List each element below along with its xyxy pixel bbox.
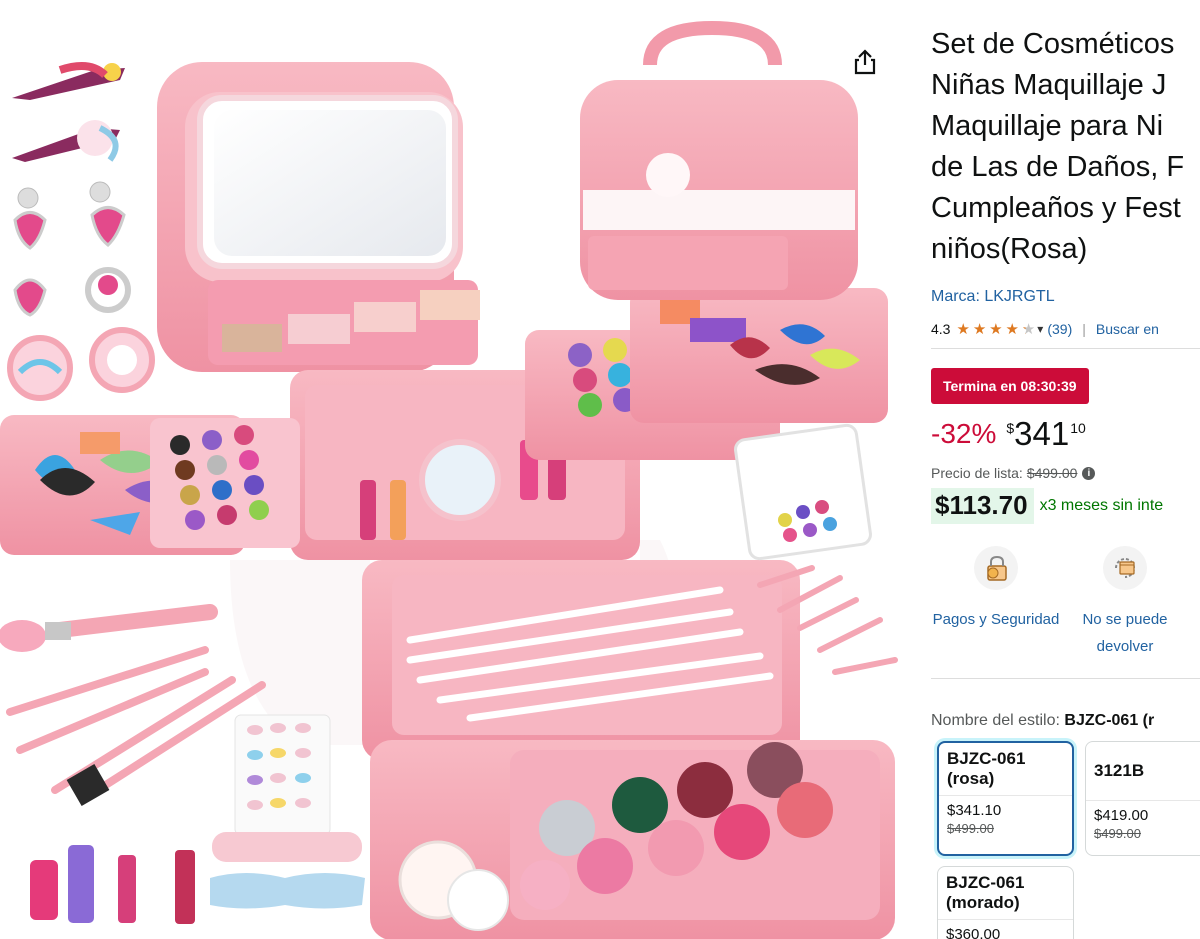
title-line: Cumpleaños y Fest	[931, 192, 1181, 224]
title-line: Set de Cosméticos	[931, 28, 1175, 60]
feature-label[interactable]: No se puede devolver	[1060, 606, 1190, 660]
divider	[931, 348, 1200, 349]
hair-clips	[12, 62, 125, 162]
price-whole: 341	[1014, 415, 1070, 452]
nail-stickers	[234, 714, 331, 836]
compact-mirror	[734, 423, 872, 561]
feature-no-return[interactable]: No se puede devolver	[1060, 546, 1190, 660]
style-option-name: 3121B	[1094, 761, 1145, 780]
title-line: Maquillaje para Ni	[931, 110, 1164, 142]
discount-percent: -32%	[931, 418, 997, 449]
style-option-price: $419.00	[1094, 807, 1149, 824]
style-option-bjzc-061-rosa[interactable]: BJZC-061 (rosa) $341.10 $499.00	[937, 741, 1074, 856]
style-option-price: $341.10	[947, 802, 1002, 819]
feature-label[interactable]: Pagos y Seguridad	[931, 606, 1061, 633]
info-icon[interactable]: i	[1082, 466, 1096, 480]
style-selected-value: BJZC-061 (r	[1064, 712, 1155, 729]
product-details-column: Set de Cosméticos Niñas Maquillaje J Maq…	[931, 0, 1200, 939]
price-row: -32% $ 341 10	[931, 414, 1086, 454]
rating-count-link[interactable]: (39)	[1047, 321, 1072, 337]
style-option-price: $360.00	[946, 926, 1001, 939]
list-price-row: Precio de lista: $499.00 i	[931, 465, 1096, 481]
installment-row: $113.70 x3 meses sin inte	[931, 488, 1163, 524]
divider	[931, 678, 1200, 679]
lip-products	[30, 845, 195, 924]
star-full-icon: ★	[956, 321, 969, 338]
star-full-icon: ★	[1005, 321, 1019, 338]
style-option-list-price: $499.00	[947, 821, 994, 836]
left-palette	[0, 415, 300, 555]
title-line: de Las de Daños, F	[931, 151, 1185, 183]
no-return-icon	[1103, 546, 1147, 590]
title-line: Niñas Maquillaje J	[931, 69, 1167, 101]
style-option-bjzc-061-morado[interactable]: BJZC-061 (morado) $360.00	[937, 866, 1074, 939]
brand-link[interactable]: Marca: LKJRGTL	[931, 288, 1055, 306]
chevron-down-icon[interactable]: ▾	[1037, 322, 1043, 336]
lock-icon	[974, 546, 1018, 590]
style-label: Nombre del estilo:	[931, 712, 1060, 729]
feature-secure-payment[interactable]: Pagos y Seguridad	[931, 546, 1061, 633]
product-image-panel[interactable]	[0, 0, 900, 939]
deal-badge: Termina en 08:30:39	[931, 368, 1089, 404]
share-button[interactable]	[847, 44, 883, 80]
style-option-3121b[interactable]: 3121B $419.00 $499.00	[1085, 741, 1200, 856]
search-link[interactable]: Buscar en	[1096, 321, 1159, 337]
star-full-icon: ★	[972, 321, 986, 338]
list-price-label: Precio de lista:	[931, 465, 1023, 481]
list-price-value: $499.00	[1026, 465, 1078, 481]
rating-stars[interactable]: ★ ★ ★ ★ ★	[956, 320, 1035, 338]
star-full-icon: ★	[989, 321, 1002, 338]
rating-value: 4.3	[931, 321, 951, 337]
product-image[interactable]	[0, 0, 900, 939]
separator: |	[1082, 321, 1086, 337]
small-case	[580, 20, 858, 300]
style-label-row: Nombre del estilo: BJZC-061 (r	[931, 712, 1154, 730]
title-line: niños(Rosa)	[931, 233, 1088, 265]
share-icon	[854, 49, 876, 75]
price-fraction: 10	[1070, 420, 1086, 436]
rating-row: 4.3 ★ ★ ★ ★ ★ ▾ (39) | Buscar en	[931, 320, 1159, 338]
hair-ties	[7, 327, 155, 401]
style-option-name: BJZC-061 (morado)	[946, 873, 1025, 912]
price-currency-symbol: $	[1006, 420, 1015, 436]
star-partial-icon: ★	[1021, 321, 1035, 338]
installment-price: $113.70	[931, 488, 1034, 524]
installment-text[interactable]: x3 meses sin inte	[1040, 497, 1164, 515]
earrings	[13, 181, 131, 317]
style-option-name: BJZC-061 (rosa)	[947, 749, 1026, 788]
style-option-list-price: $499.00	[1094, 826, 1141, 841]
product-title: Set de Cosméticos Niñas Maquillaje J Maq…	[931, 24, 1184, 270]
